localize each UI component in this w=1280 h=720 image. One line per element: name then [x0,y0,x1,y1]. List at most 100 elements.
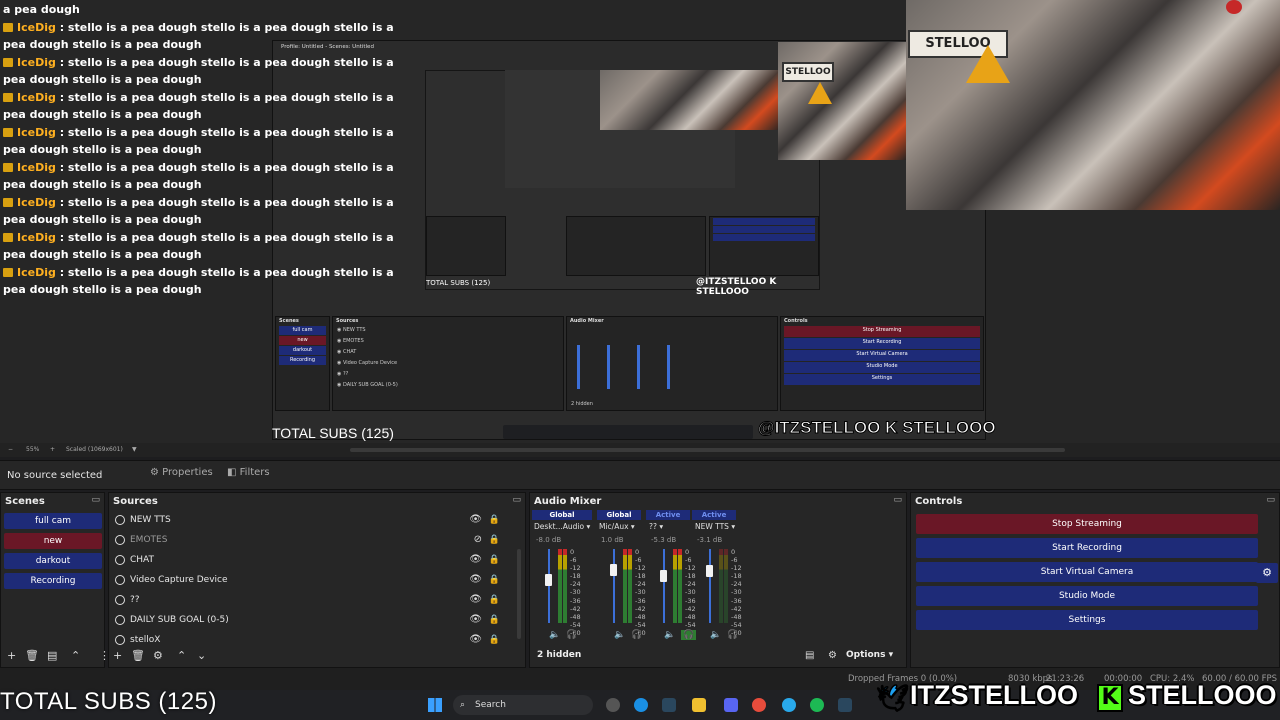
speaker-icon[interactable]: 🔈 [664,630,675,640]
eye-icon[interactable]: 👁 [469,510,482,530]
lock-icon[interactable]: 🔒 [489,590,500,610]
mixer-header: Active [646,510,690,520]
chat-text: stello is a pea dough stello is a pea do… [3,230,394,262]
chat-top-line: a pea dough [3,3,80,16]
eye-icon[interactable]: 👁 [469,570,482,590]
channel-name[interactable]: Deskt...Audio ▾ [534,522,590,531]
social-handles-overlay: 🕊 ITZSTELLOO K STELLOOO [875,679,1277,720]
volume-fader-knob[interactable] [706,565,713,578]
nested-sources-panel: Sources ◉ NEW TTS ◉ EMOTES ◉ CHAT ◉ Video … [332,316,564,411]
file-explorer-icon[interactable] [692,698,706,712]
source-item[interactable]: CHAT 👁 🔒 [113,550,508,570]
move-source-down-button[interactable]: ⌄ [197,649,206,662]
chevron-down-icon[interactable]: ▼ [132,446,137,453]
monitor-headphones-icon[interactable]: 🎧 [727,630,738,640]
remove-source-button[interactable]: 🗑 [131,649,145,662]
volume-fader-track[interactable] [709,549,711,623]
speaker-muted-icon[interactable]: 🔈 [710,630,721,640]
source-label: CHAT [130,555,155,565]
speaker-icon[interactable]: 🔈 [614,630,625,640]
mixer-layout-icon[interactable]: ▤ [805,650,814,661]
steam-icon-2[interactable] [838,698,852,712]
controls-title: Controls [915,496,963,507]
source-item[interactable]: stelloX 👁 🔒 [113,630,508,650]
source-item[interactable]: EMOTES ⊘ 🔒 [113,530,508,550]
lock-icon[interactable]: 🔒 [489,550,500,570]
source-item[interactable]: DAILY SUB GOAL (0-5) 👁 🔒 [113,610,508,630]
eye-icon[interactable]: 👁 [469,590,482,610]
zoom-in-button[interactable]: + [50,446,55,453]
dock-float-icon[interactable]: ▭ [512,495,521,505]
monitor-headphones-icon[interactable]: 🎧 [681,630,697,640]
settings-button[interactable]: Settings [916,610,1258,630]
audio-mixer-dock: Audio Mixer ▭ Global Global Active Active De… [529,492,907,668]
channel-name[interactable]: Mic/Aux ▾ [599,522,635,531]
volume-fader-knob[interactable] [545,574,552,587]
source-properties-button[interactable]: ⚙ [153,649,163,662]
monitor-headphones-icon[interactable]: 🎧 [631,630,642,640]
chat-text: stello is a pea dough stello is a pea do… [3,90,394,122]
source-item[interactable]: Video Capture Device 👁 🔒 [113,570,508,590]
volume-fader-track[interactable] [663,549,665,623]
studio-mode-button[interactable]: Studio Mode [916,586,1258,606]
lock-icon[interactable]: 🔒 [489,570,500,590]
filters-button[interactable]: ◧ Filters [227,467,270,478]
sources-scrollbar[interactable] [517,549,521,639]
globe-icon [115,515,125,525]
stream-preview[interactable]: Profile: Untitled - Scenes: Untitled Sce… [0,0,1280,443]
start-virtual-camera-button[interactable]: Start Virtual Camera [916,562,1258,582]
channel-name[interactable]: ?? ▾ [649,522,663,531]
move-scene-up-button[interactable]: ⌃ [71,649,80,662]
steam-icon[interactable] [662,698,676,712]
monitor-headphones-icon[interactable]: 🎧 [566,630,577,640]
channel-name[interactable]: NEW TTS ▾ [695,522,735,531]
scene-item[interactable]: darkout [4,553,102,569]
eye-icon[interactable]: 👁 [469,630,482,650]
preview-scrollbar[interactable] [350,448,1065,452]
dock-float-icon[interactable]: ▭ [91,495,100,505]
scene-item[interactable]: full cam [4,513,102,529]
source-item[interactable]: NEW TTS 👁 🔒 [113,510,508,530]
start-recording-button[interactable]: Start Recording [916,538,1258,558]
mixer-settings-icon[interactable]: ⚙ [828,650,837,661]
scene-filter-button[interactable]: ▤ [47,649,57,662]
edge-icon[interactable] [634,698,648,712]
add-scene-button[interactable]: + [7,649,16,662]
volume-fader-track[interactable] [613,549,615,623]
virtual-camera-settings-button[interactable]: ⚙ [1256,563,1278,583]
lock-icon[interactable]: 🔒 [489,610,500,630]
eye-icon[interactable]: 👁 [469,550,482,570]
lock-icon[interactable]: 🔒 [489,630,500,650]
dock-float-icon[interactable]: ▭ [893,495,902,505]
chat-text: stello is a pea dough stello is a pea do… [3,265,394,297]
stop-streaming-button[interactable]: Stop Streaming [916,514,1258,534]
nested-handles-2: @ITZSTELLOO K STELLOOO [696,277,777,297]
add-source-button[interactable]: + [113,649,122,662]
chrome-icon[interactable] [752,698,766,712]
taskbar-search[interactable]: ⌕ Search [453,695,593,715]
eye-off-icon[interactable]: ⊘ [474,530,482,550]
channel-volume-db: -5.3 dB [651,536,677,544]
spotify-icon[interactable] [810,698,824,712]
obs-taskbar-icon[interactable] [606,698,620,712]
chat-message: IceDig : stello is a pea dough stello is… [3,160,394,191]
remove-scene-button[interactable]: 🗑 [25,649,39,662]
volume-fader-knob[interactable] [660,569,667,582]
volume-fader-knob[interactable] [610,563,617,576]
lock-icon[interactable]: 🔒 [489,530,500,550]
speaker-icon[interactable]: 🔈 [549,630,560,640]
properties-button[interactable]: ⚙ Properties [150,467,213,478]
eye-icon[interactable]: 👁 [469,610,482,630]
zoom-out-button[interactable]: − [8,446,13,453]
move-source-up-button[interactable]: ⌃ [177,649,186,662]
scene-item[interactable]: new [4,533,102,549]
scene-item[interactable]: Recording [4,573,102,589]
lock-icon[interactable]: 🔒 [489,510,500,530]
dock-float-icon[interactable]: ▭ [1266,495,1275,505]
telegram-icon[interactable] [782,698,796,712]
source-item[interactable]: ?? 👁 🔒 [113,590,508,610]
source-label: Video Capture Device [130,575,228,585]
mixer-options-button[interactable]: Options ▾ [846,650,893,660]
discord-icon[interactable] [724,698,738,712]
windows-start-icon[interactable] [428,698,442,712]
